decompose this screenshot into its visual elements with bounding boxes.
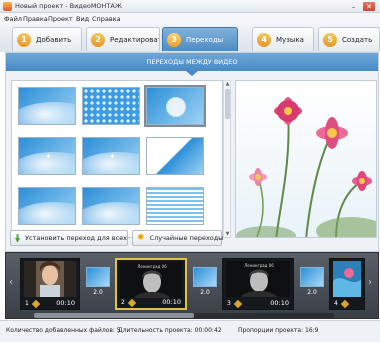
tab-number-badge: 2 xyxy=(91,32,105,47)
transition-thumb[interactable] xyxy=(18,187,76,225)
tab-create[interactable]: 5 Создать xyxy=(318,27,380,51)
transition-duration: 2.0 xyxy=(200,289,210,296)
tab-label: Музыка xyxy=(276,35,304,44)
transition-duration: 2.0 xyxy=(93,289,103,296)
transition-thumbnail xyxy=(193,267,217,287)
timeline-transition[interactable]: 2.0 xyxy=(86,267,110,297)
pencil-icon[interactable] xyxy=(31,299,41,309)
transition-thumb[interactable] xyxy=(146,137,204,175)
app-logo-icon xyxy=(3,2,12,11)
transition-thumb-selected[interactable] xyxy=(144,85,206,127)
transition-thumbnail xyxy=(86,267,110,287)
clip-duration: 00:10 xyxy=(270,299,289,307)
title-bar: Новый проект - ВидеоМОНТАЖ – ✕ xyxy=(0,0,380,13)
apply-all-label: Установить переход для всех xyxy=(25,234,127,242)
pencil-icon[interactable] xyxy=(233,299,243,309)
clip-caption: Ленинград 06 xyxy=(244,263,274,268)
timeline-clip[interactable]: Ленинград 06 3 00:10 xyxy=(222,258,294,310)
sparkle-icon: ✦ xyxy=(109,152,116,161)
minimize-button[interactable]: – xyxy=(349,2,358,11)
timeline-transition[interactable]: 2.0 xyxy=(300,267,324,297)
scroll-up-icon[interactable]: ▲ xyxy=(224,81,231,87)
clip-thumbnail: Ленинград 06 xyxy=(120,262,182,298)
window-title: Новый проект - ВидеоМОНТАЖ xyxy=(15,2,122,10)
tab-add[interactable]: 1 Добавить xyxy=(12,27,82,51)
transition-preview xyxy=(235,80,377,238)
apply-all-button[interactable]: Установить переход для всех xyxy=(10,230,128,246)
transition-actions: Установить переход для всех ✸ Случайные … xyxy=(5,228,379,248)
tab-music[interactable]: 4 Музыка xyxy=(252,27,314,51)
step-tabs: 1 Добавить 2 Редактировать 3 Переходы 4 … xyxy=(0,24,380,52)
clip-thumbnail xyxy=(333,261,361,297)
clip-duration: 00:10 xyxy=(56,299,75,307)
transition-thumb[interactable] xyxy=(18,87,76,125)
tab-transitions[interactable]: 3 Переходы xyxy=(162,27,238,51)
menu-bar: Файл Правка Проект Вид Справка xyxy=(0,13,380,24)
timeline-clip[interactable]: 4 xyxy=(329,258,365,310)
menu-help[interactable]: Справка xyxy=(92,15,121,23)
random-transitions-label: Случайные переходы xyxy=(149,234,224,242)
transition-thumb[interactable]: ✦ xyxy=(82,137,140,175)
tab-number-badge: 1 xyxy=(17,32,31,47)
transitions-grid: ✦ ✦ xyxy=(11,80,223,238)
timeline-clip[interactable]: 1 00:10 xyxy=(20,258,80,310)
transition-duration: 2.0 xyxy=(307,289,317,296)
tab-label: Создать xyxy=(342,35,373,44)
tab-label: Редактировать xyxy=(110,35,159,44)
status-aspect-ratio: Пропорции проекта: 16:9 xyxy=(238,327,319,334)
menu-edit[interactable]: Правка xyxy=(23,15,48,23)
transition-thumb[interactable] xyxy=(146,187,204,225)
transition-thumbnail xyxy=(300,267,324,287)
clip-thumbnail xyxy=(24,261,76,297)
menu-project[interactable]: Проект xyxy=(48,15,73,23)
clip-number: 4 xyxy=(334,300,338,307)
clip-number: 2 xyxy=(121,299,125,306)
timeline-left-arrow-icon[interactable]: ‹ xyxy=(9,277,13,288)
transitions-panel: ПЕРЕХОДЫ МЕЖДУ ВИДЕО ✦ ✦ ▲ ▼ xyxy=(5,52,379,252)
clip-number: 1 xyxy=(25,300,29,307)
menu-file[interactable]: Файл xyxy=(4,15,22,23)
magic-wand-icon: ✸ xyxy=(137,233,145,243)
timeline-right-arrow-icon[interactable]: › xyxy=(368,277,372,288)
storyboard-timeline: ‹ › 1 00:10 2.0 Ленинград 06 2 00:10 2.0… xyxy=(5,252,379,319)
timeline-clip-selected[interactable]: Ленинград 06 2 00:10 xyxy=(115,258,187,310)
status-file-count: Количество добавленных файлов: 5 xyxy=(6,327,121,334)
timeline-scrollbar-thumb[interactable] xyxy=(34,313,194,318)
pencil-icon[interactable] xyxy=(340,299,350,309)
flower-preview-image xyxy=(236,81,376,237)
timeline-scrollbar[interactable] xyxy=(34,313,334,318)
status-project-duration: Длительность проекта: 00:00:42 xyxy=(118,327,222,334)
panel-title: ПЕРЕХОДЫ МЕЖДУ ВИДЕО xyxy=(6,53,378,76)
grid-scrollbar[interactable]: ▲ ▼ xyxy=(223,80,231,238)
clip-thumbnail: Ленинград 06 xyxy=(226,261,290,297)
tab-number-badge: 4 xyxy=(257,32,271,47)
clip-duration: 00:10 xyxy=(162,298,181,306)
scrollbar-thumb[interactable] xyxy=(225,89,230,119)
transition-thumb[interactable] xyxy=(82,187,140,225)
transition-thumb[interactable] xyxy=(82,87,140,125)
tab-edit[interactable]: 2 Редактировать xyxy=(86,27,160,51)
tab-number-badge: 3 xyxy=(167,32,181,47)
status-bar: Количество добавленных файлов: 5 Длитель… xyxy=(0,320,380,342)
clip-number: 3 xyxy=(227,300,231,307)
tab-label: Переходы xyxy=(186,35,224,44)
timeline-transition[interactable]: 2.0 xyxy=(193,267,217,297)
download-arrow-icon xyxy=(15,233,21,243)
sparkle-icon: ✦ xyxy=(45,152,52,161)
tab-number-badge: 5 xyxy=(323,32,337,47)
random-transitions-button[interactable]: ✸ Случайные переходы xyxy=(132,230,224,246)
menu-view[interactable]: Вид xyxy=(76,15,89,23)
pencil-icon[interactable] xyxy=(127,298,137,308)
close-button[interactable]: ✕ xyxy=(363,2,375,11)
transition-thumb[interactable]: ✦ xyxy=(18,137,76,175)
clip-caption: Ленинград 06 xyxy=(137,264,167,269)
tab-label: Добавить xyxy=(36,35,72,44)
